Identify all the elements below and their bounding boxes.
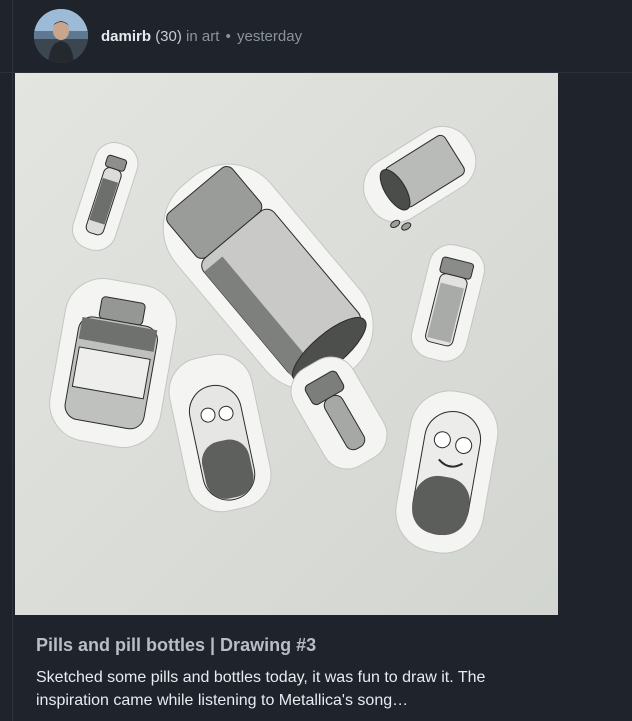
- category-prefix: in: [186, 28, 198, 45]
- post-title[interactable]: Pills and pill bottles | Drawing #3: [36, 635, 316, 656]
- meta-separator: •: [225, 28, 231, 45]
- post-meta: damirb (30) in art • yesterday: [101, 28, 302, 45]
- post-header: damirb (30) in art • yesterday: [0, 0, 632, 73]
- post-excerpt: Sketched some pills and bottles today, i…: [36, 666, 606, 712]
- excerpt-line: Sketched some pills and bottles today, i…: [36, 669, 486, 686]
- author-reputation: (30): [155, 28, 182, 45]
- post-image[interactable]: [15, 73, 558, 615]
- excerpt-line: inspiration came while listening to Meta…: [36, 692, 409, 709]
- user-avatar-icon[interactable]: [34, 9, 88, 63]
- category-link[interactable]: art: [202, 28, 220, 45]
- post-time[interactable]: yesterday: [237, 28, 302, 45]
- author-link[interactable]: damirb: [101, 28, 151, 45]
